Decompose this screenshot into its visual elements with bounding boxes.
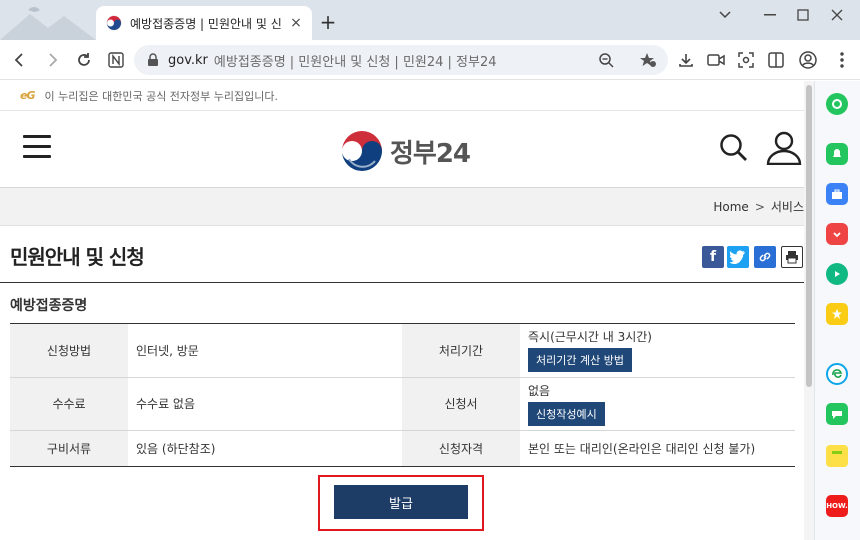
more-menu-icon[interactable] (830, 48, 854, 72)
table-row: 구비서류 있음 (하단참조) 신청자격 본인 또는 대리인(온라인은 대리인 신… (10, 430, 795, 467)
print-icon[interactable] (781, 246, 803, 268)
cell-label: 처리기간 (402, 324, 520, 378)
twitter-share-icon[interactable] (727, 246, 749, 268)
memo-note-icon[interactable] (826, 445, 848, 467)
play-circle-icon[interactable] (826, 263, 848, 285)
scrollbar-thumb[interactable] (806, 85, 812, 387)
breadcrumb: Home > 서비스 (0, 188, 804, 226)
issue-button[interactable]: 발급 (334, 485, 468, 519)
cell-value: 인터넷, 방문 (128, 324, 402, 378)
web-page: eG 이 누리집은 대한민국 공식 전자정부 누리집입니다. 정부24 Home… (0, 81, 804, 540)
site-logo[interactable]: 정부24 (340, 129, 471, 173)
cell-value: 수수료 없음 (128, 377, 402, 431)
minimize-button[interactable] (755, 4, 785, 26)
user-icon[interactable] (766, 131, 802, 165)
cell-label: 수수료 (10, 377, 128, 431)
menu-icon[interactable] (23, 135, 51, 159)
cell-label: 신청방법 (10, 324, 128, 378)
table-row: 신청방법 인터넷, 방문 처리기간 즉시(근무시간 내 3시간) 처리기간 계산… (10, 324, 795, 378)
processing-time-value: 즉시(근무시간 내 3시간) (528, 330, 652, 345)
page-title: 민원안내 및 신청 (10, 245, 145, 269)
back-button[interactable] (8, 48, 32, 72)
edge-browser-icon[interactable] (826, 363, 848, 385)
cell-value: 본인 또는 대리인(온라인은 대리인 신청 불가) (520, 430, 795, 467)
browser-toolbar: gov.kr 예방접종증명 | 민원안내 및 신청 | 민원24 | 정부24 (0, 40, 860, 80)
notification-bell-icon[interactable] (826, 143, 848, 165)
maximize-button[interactable] (788, 4, 818, 26)
cell-label: 신청서 (402, 377, 520, 431)
forward-button[interactable] (40, 48, 64, 72)
cell-label: 신청자격 (402, 430, 520, 467)
address-bar[interactable]: gov.kr 예방접종증명 | 민원안내 및 신청 | 민원24 | 정부24 (134, 45, 668, 75)
breadcrumb-separator: > (754, 199, 765, 214)
green-circle-app-icon[interactable] (826, 93, 848, 115)
taegeuk-logo-icon (342, 131, 382, 171)
how-app-icon[interactable]: HOW. (826, 495, 848, 517)
url-domain: gov.kr (168, 52, 208, 68)
application-example-button[interactable]: 신청작성예시 (528, 401, 605, 426)
site-info-icon[interactable] (146, 53, 160, 67)
briefcase-icon[interactable] (826, 183, 848, 205)
cell-value: 있음 (하단참조) (128, 430, 402, 467)
side-panel: HOW. (814, 81, 860, 540)
url-page-title: 예방접종증명 | 민원안내 및 신청 | 민원24 | 정부24 (213, 54, 497, 70)
gov-favicon-icon (106, 15, 122, 31)
cell-value-with-button: 즉시(근무시간 내 3시간) 처리기간 계산 방법 (520, 324, 795, 378)
window-close-button[interactable] (822, 4, 852, 26)
pocket-icon[interactable] (826, 223, 848, 245)
chat-bubble-icon[interactable] (826, 403, 848, 425)
application-form-value: 없음 (528, 383, 551, 398)
profile-icon[interactable] (796, 48, 820, 72)
page-scrollbar[interactable] (804, 81, 814, 540)
bookmark-star-icon[interactable] (636, 48, 660, 72)
page-title-bar: 민원안내 및 신청 f (0, 226, 804, 283)
table-row: 수수료 수수료 없음 신청서 없음 신청작성예시 (10, 377, 795, 431)
service-name: 예방접종증명 (10, 298, 88, 314)
breadcrumb-home[interactable]: Home (713, 200, 748, 214)
official-site-notice: eG 이 누리집은 대한민국 공식 전자정부 누리집입니다. (0, 81, 804, 111)
breadcrumb-current[interactable]: 서비스 (771, 198, 804, 215)
active-tab[interactable]: 예방접종증명 | 민원안내 및 신청 × (96, 6, 312, 40)
split-view-icon[interactable] (764, 48, 788, 72)
search-icon[interactable] (719, 133, 749, 163)
screenshot-icon[interactable] (734, 48, 758, 72)
video-capture-icon[interactable] (704, 48, 728, 72)
n-extension-icon[interactable] (104, 48, 128, 72)
tab-list-chevron-icon[interactable] (710, 4, 740, 26)
facebook-share-icon[interactable]: f (702, 246, 724, 268)
tab-search-icon[interactable] (0, 0, 96, 40)
processing-time-calc-button[interactable]: 처리기간 계산 방법 (528, 348, 632, 373)
cell-label: 구비서류 (10, 430, 128, 467)
download-icon[interactable] (674, 48, 698, 72)
service-info-table: 신청방법 인터넷, 방문 처리기간 즉시(근무시간 내 3시간) 처리기간 계산… (10, 324, 795, 467)
official-site-notice-text[interactable]: 이 누리집은 대한민국 공식 전자정부 누리집입니다. (45, 88, 279, 104)
link-copy-icon[interactable] (754, 246, 776, 268)
tab-close-icon[interactable]: × (288, 15, 304, 31)
reload-button[interactable] (72, 48, 96, 72)
star-favorites-icon[interactable] (826, 303, 848, 325)
site-header: 정부24 (0, 111, 804, 188)
tab-title: 예방접종증명 | 민원안내 및 신청 (130, 16, 282, 31)
new-tab-button[interactable]: + (318, 12, 338, 32)
egov-mark-icon: eG (20, 89, 35, 102)
zoom-icon[interactable] (594, 48, 618, 72)
logo-text: 정부24 (390, 138, 471, 169)
browser-tab-bar: 예방접종증명 | 민원안내 및 신청 × + (0, 0, 860, 40)
cell-value-with-button: 없음 신청작성예시 (520, 377, 795, 431)
